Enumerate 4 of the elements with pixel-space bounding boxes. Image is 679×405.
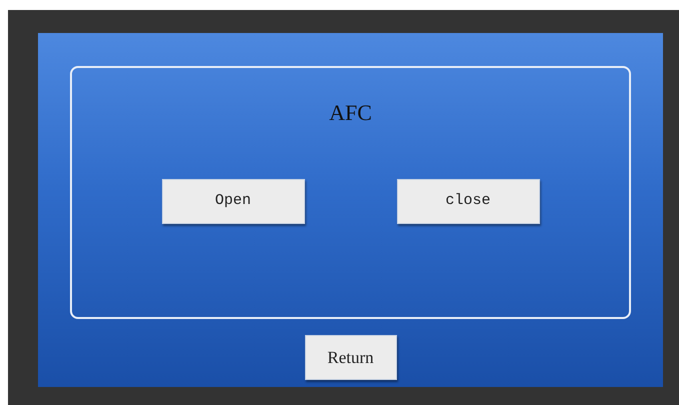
command-button[interactable]: close [396,179,540,224]
panel-title: AFC [329,102,372,124]
return-button[interactable]: Return [304,335,396,380]
command-button[interactable]: Open [162,179,304,224]
